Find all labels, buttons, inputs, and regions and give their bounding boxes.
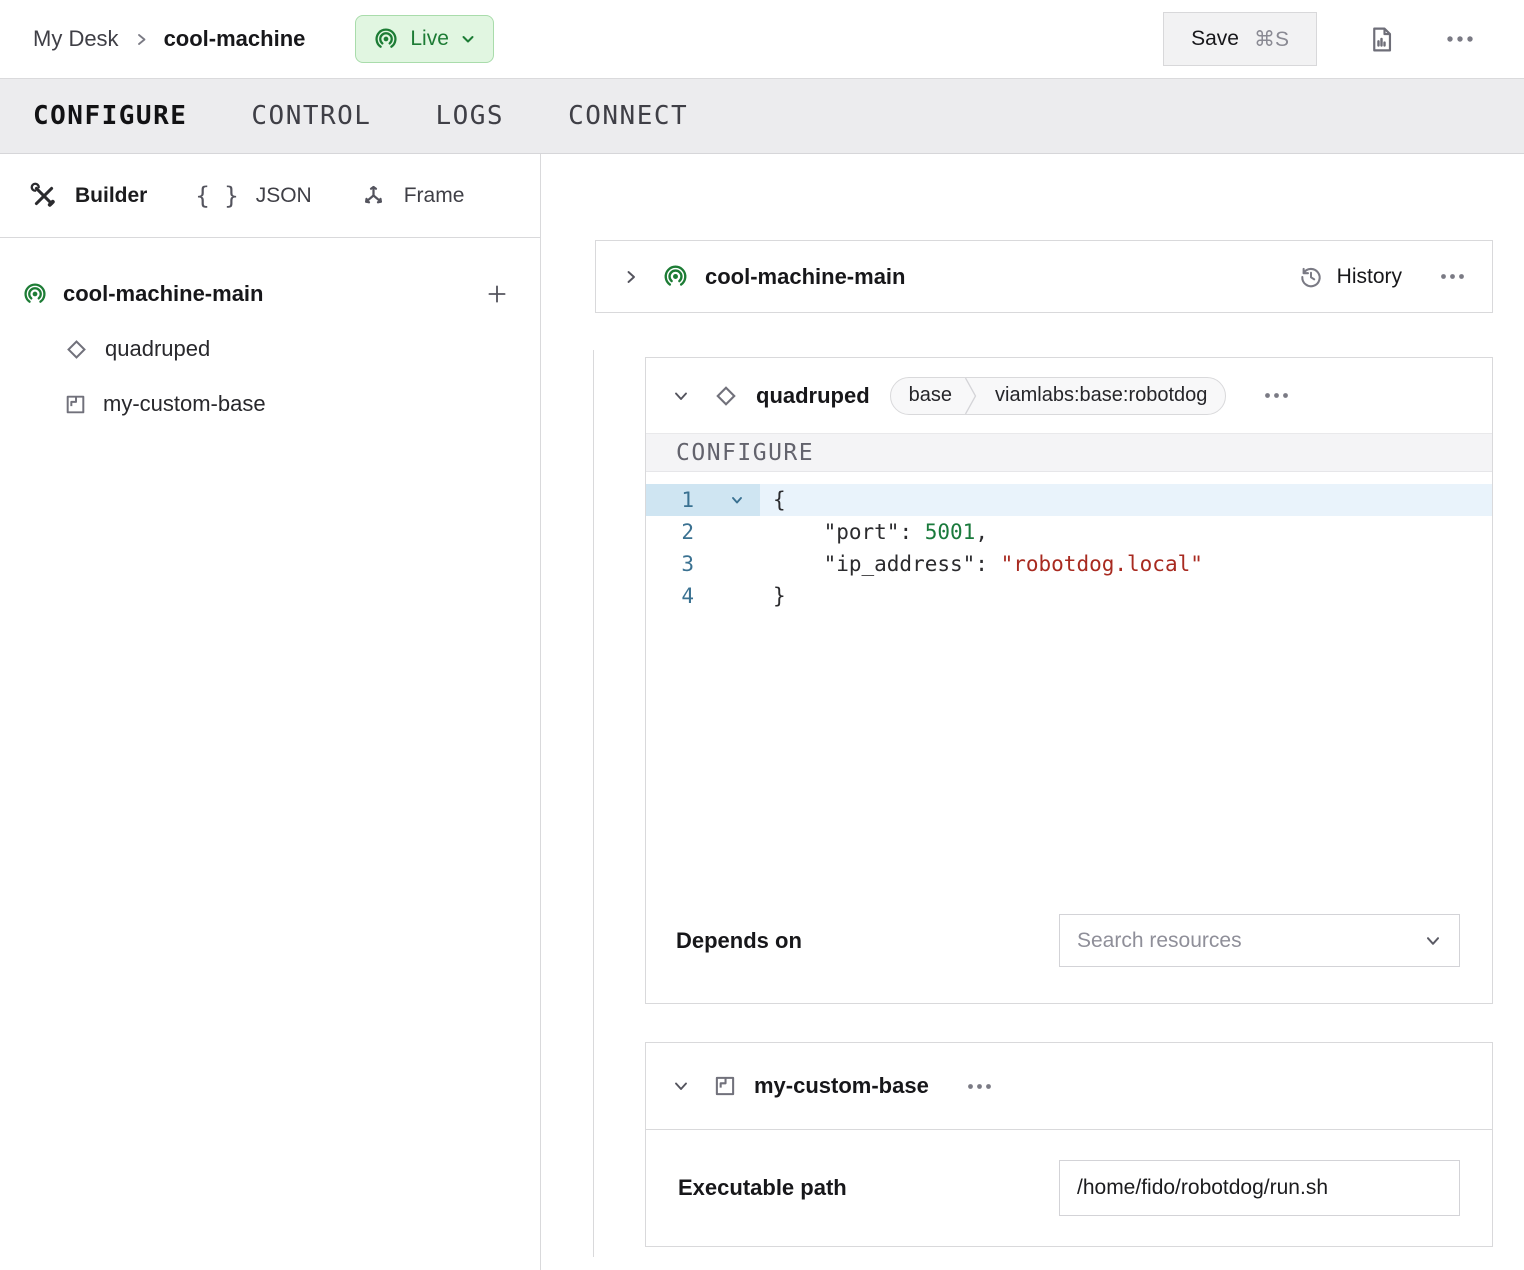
tools-icon [30, 182, 58, 210]
configure-main-panel: cool-machine-main History [541, 154, 1524, 1270]
module-icon [63, 392, 88, 417]
collapse-card-chevron-down-icon[interactable] [673, 1078, 689, 1094]
module-icon [712, 1073, 738, 1099]
tree-item-my-custom-base[interactable]: my-custom-base [22, 388, 510, 420]
machine-part-title: cool-machine-main [705, 264, 905, 290]
tree-item-label: quadruped [105, 336, 210, 362]
module-card-header: my-custom-base [646, 1043, 1492, 1129]
line-number: 3 [646, 548, 694, 580]
code-text[interactable]: { [760, 484, 1492, 516]
tab-logs[interactable]: LOGS [435, 101, 504, 131]
resource-tree: cool-machine-main quadruped my-c [0, 238, 540, 443]
machine-part-live-icon [662, 263, 689, 290]
code-text[interactable]: "port": 5001, [760, 516, 1492, 548]
save-shortcut-hint: ⌘S [1254, 27, 1289, 52]
header-actions: Save ⌘S [1163, 12, 1474, 66]
breadcrumb-chevron-icon [134, 32, 149, 47]
depends-on-row: Depends on [646, 914, 1492, 967]
line-number: 4 [646, 580, 694, 612]
module-card-more-menu-button[interactable] [967, 1083, 992, 1090]
braces-icon: { } [195, 182, 238, 210]
editor-gutter: 1 [646, 484, 760, 516]
broadcast-icon [373, 26, 399, 52]
machine-report-button[interactable] [1367, 25, 1396, 54]
machine-part-card: cool-machine-main History [595, 240, 1493, 313]
component-title: quadruped [756, 383, 870, 409]
search-resources-input[interactable] [1077, 929, 1424, 953]
depends-on-select[interactable] [1059, 914, 1460, 967]
editor-gutter: 2 [646, 516, 760, 548]
configure-section-label: CONFIGURE [676, 440, 814, 466]
breadcrumb-parent-link[interactable]: My Desk [33, 26, 119, 52]
code-line[interactable]: 3 "ip_address": "robotdog.local" [646, 548, 1492, 580]
component-model-badge: viamlabs:base:robotdog [977, 384, 1225, 407]
frame-axes-icon [360, 182, 387, 209]
editor-gutter: 3 [646, 548, 760, 580]
module-card-my-custom-base: my-custom-base Executable path [645, 1042, 1493, 1247]
code-text[interactable]: "ip_address": "robotdog.local" [760, 548, 1492, 580]
component-card-more-menu-button[interactable] [1264, 392, 1289, 399]
view-mode-frame[interactable]: Frame [360, 182, 465, 209]
line-number: 1 [646, 484, 694, 516]
breadcrumb: My Desk cool-machine [33, 26, 305, 52]
view-mode-toggle: Builder { } JSON Frame [0, 154, 540, 238]
component-diamond-icon [712, 382, 740, 410]
view-mode-label: Frame [404, 184, 465, 208]
tab-control[interactable]: CONTROL [251, 101, 371, 131]
component-card-header: quadruped base viamlabs:base:robotdog [646, 358, 1492, 433]
live-status-dropdown[interactable]: Live [355, 15, 494, 63]
part-card-more-menu-button[interactable] [1440, 273, 1465, 280]
editor-gutter: 4 [646, 580, 760, 612]
breadcrumb-current-machine: cool-machine [164, 26, 306, 52]
tab-configure[interactable]: CONFIGURE [33, 101, 187, 131]
machine-part-live-icon [22, 281, 48, 307]
badge-divider [964, 377, 977, 415]
view-mode-label: Builder [75, 184, 147, 208]
tree-item-machine-part[interactable]: cool-machine-main [22, 278, 510, 310]
module-card-body: Executable path [646, 1129, 1492, 1246]
executable-path-label: Executable path [678, 1175, 847, 1201]
history-button[interactable]: History [1298, 264, 1402, 290]
add-resource-button[interactable] [484, 281, 510, 307]
component-type-model-badge: base viamlabs:base:robotdog [890, 377, 1227, 415]
code-editor-lines: 1{2 "port": 5001,3 "ip_address": "robotd… [646, 484, 1492, 612]
view-mode-json[interactable]: { } JSON [195, 182, 311, 210]
machine-tab-bar: CONFIGURE CONTROL LOGS CONNECT [0, 78, 1524, 154]
code-line[interactable]: 1{ [646, 484, 1492, 516]
tree-connector-line [593, 350, 594, 1257]
top-header: My Desk cool-machine Live Save ⌘S [0, 0, 1524, 78]
configure-section-header: CONFIGURE [646, 433, 1492, 472]
live-status-label: Live [410, 27, 449, 51]
header-more-menu-button[interactable] [1446, 35, 1474, 43]
collapse-card-chevron-down-icon[interactable] [673, 388, 689, 404]
history-clock-icon [1298, 264, 1324, 290]
component-card-quadruped: quadruped base viamlabs:base:robotdog CO… [645, 357, 1493, 1004]
line-number: 2 [646, 516, 694, 548]
history-button-label: History [1337, 265, 1402, 289]
configure-sidebar: Builder { } JSON Frame [0, 154, 541, 1270]
executable-path-input[interactable] [1059, 1160, 1460, 1216]
depends-on-label: Depends on [676, 928, 802, 954]
component-type-badge: base [891, 384, 964, 407]
module-title: my-custom-base [754, 1073, 929, 1099]
select-chevron-down-icon [1424, 932, 1442, 950]
view-mode-label: JSON [256, 184, 312, 208]
code-text[interactable]: } [760, 580, 1492, 612]
save-button-label: Save [1191, 27, 1239, 51]
tree-item-quadruped[interactable]: quadruped [22, 333, 510, 365]
tree-item-label: cool-machine-main [63, 281, 263, 307]
expand-card-chevron-right-icon[interactable] [623, 269, 639, 285]
chevron-down-icon [460, 31, 476, 47]
view-mode-builder[interactable]: Builder [30, 182, 147, 210]
code-line[interactable]: 2 "port": 5001, [646, 516, 1492, 548]
tree-item-label: my-custom-base [103, 391, 266, 417]
tab-connect[interactable]: CONNECT [568, 101, 688, 131]
fold-toggle-chevron-icon[interactable] [694, 484, 760, 516]
component-diamond-icon [63, 336, 90, 363]
json-code-editor[interactable]: 1{2 "port": 5001,3 "ip_address": "robotd… [646, 484, 1492, 612]
save-button[interactable]: Save ⌘S [1163, 12, 1317, 66]
code-line[interactable]: 4} [646, 580, 1492, 612]
